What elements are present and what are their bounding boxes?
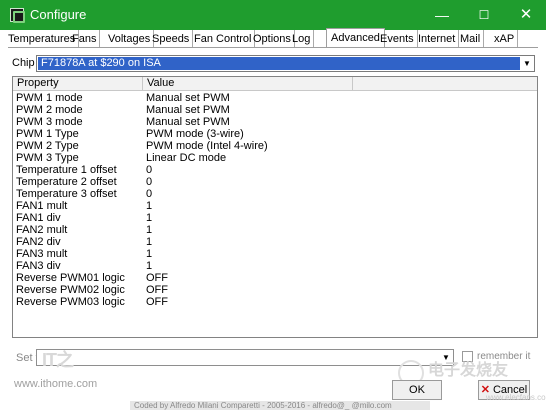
ok-label: OK	[409, 384, 425, 396]
value-cell: 1	[146, 212, 153, 224]
watermark-logo: IT之	[42, 346, 90, 372]
value-cell: OFF	[146, 284, 168, 296]
property-cell: FAN3 mult	[16, 248, 68, 260]
table-row[interactable]: PWM 2 mode Manual set PWM	[13, 104, 537, 116]
tab-internet[interactable]: Internet	[418, 30, 460, 48]
value-cell: 0	[146, 188, 153, 200]
value-cell: 1	[146, 260, 153, 272]
table-row[interactable]: PWM 3 Type Linear DC mode	[13, 152, 537, 164]
property-cell: PWM 3 mode	[16, 116, 83, 128]
tab-fans[interactable]: Fans	[72, 30, 101, 48]
property-cell: PWM 3 Type	[16, 152, 79, 164]
property-cell: PWM 1 mode	[16, 92, 83, 104]
value-cell: PWM mode (3-wire)	[146, 128, 244, 140]
property-cell: Reverse PWM01 logic	[16, 272, 125, 284]
watermark-right-text: 电子发烧友	[428, 362, 509, 379]
value-cell: OFF	[146, 272, 168, 284]
maximize-button[interactable]: ☐	[464, 0, 504, 30]
table-row[interactable]: FAN1 div 1	[13, 212, 537, 224]
table-row[interactable]: Reverse PWM01 logic OFF	[13, 272, 537, 284]
tab-divider	[8, 47, 538, 48]
tab-advanced[interactable]: Advanced	[326, 28, 385, 48]
minimize-button[interactable]: —	[422, 0, 462, 30]
value-cell: OFF	[146, 296, 168, 308]
table-row[interactable]: Reverse PWM03 logic OFF	[13, 296, 537, 308]
table-row[interactable]: PWM 2 Type PWM mode (Intel 4-wire)	[13, 140, 537, 152]
value-cell: Manual set PWM	[146, 116, 230, 128]
value-cell: Manual set PWM	[146, 92, 230, 104]
close-button[interactable]: ✕	[506, 0, 546, 30]
property-cell: FAN1 div	[16, 212, 61, 224]
table-body: PWM 1 mode Manual set PWM PWM 2 mode Manual…	[13, 92, 537, 308]
ok-button[interactable]: OK	[392, 380, 442, 400]
tab-speeds[interactable]: Speeds	[152, 30, 194, 48]
table-row[interactable]: Temperature 3 offset 0	[13, 188, 537, 200]
table-header: Property Value	[13, 77, 537, 91]
value-cell: Linear DC mode	[146, 152, 227, 164]
property-cell: Reverse PWM03 logic	[16, 296, 125, 308]
tab-temperatures[interactable]: Temperatures	[8, 30, 80, 48]
tab-voltages[interactable]: Voltages	[108, 30, 155, 48]
properties-table: Property Value PWM 1 mode Manual set PWM P…	[12, 76, 538, 338]
table-row[interactable]: Reverse PWM02 logic OFF	[13, 284, 537, 296]
property-cell: PWM 2 mode	[16, 104, 83, 116]
table-row[interactable]: PWM 1 mode Manual set PWM	[13, 92, 537, 104]
tab-mail[interactable]: Mail	[460, 30, 485, 48]
property-cell: FAN2 div	[16, 236, 61, 248]
set-to-combo[interactable]: ▼	[36, 349, 454, 366]
table-row[interactable]: PWM 3 mode Manual set PWM	[13, 116, 537, 128]
tab-events[interactable]: Events	[380, 30, 418, 48]
window-title: Configure	[30, 7, 87, 22]
property-cell: PWM 2 Type	[16, 140, 79, 152]
column-header-property[interactable]: Property	[13, 77, 143, 91]
watermark-right-url: www.elecfans.com	[486, 393, 546, 402]
table-row[interactable]: FAN2 div 1	[13, 236, 537, 248]
chevron-down-icon[interactable]: ▼	[521, 57, 533, 70]
table-row[interactable]: PWM 1 Type PWM mode (3-wire)	[13, 128, 537, 140]
property-cell: FAN2 mult	[16, 224, 68, 236]
chip-select[interactable]: F71878A at $290 on ISA ▼	[36, 55, 535, 72]
app-icon	[10, 8, 25, 23]
value-cell: 1	[146, 200, 153, 212]
property-cell: FAN3 div	[16, 260, 61, 272]
footer-credits: Coded by Alfredo Milani Comparetti - 200…	[130, 401, 430, 410]
value-cell: 1	[146, 248, 153, 260]
tab-xap[interactable]: xAP	[494, 30, 519, 48]
title-bar: Configure — ☐ ✕	[0, 0, 546, 30]
table-row[interactable]: Temperature 2 offset 0	[13, 176, 537, 188]
property-cell: PWM 1 Type	[16, 128, 79, 140]
value-cell: 1	[146, 236, 153, 248]
value-cell: 0	[146, 176, 153, 188]
value-cell: 1	[146, 224, 153, 236]
table-row[interactable]: FAN3 div 1	[13, 260, 537, 272]
tab-log[interactable]: Log	[292, 30, 315, 48]
chip-label: Chip	[12, 57, 35, 69]
property-cell: Reverse PWM02 logic	[16, 284, 125, 296]
tab-fan-control[interactable]: Fan Control	[194, 30, 256, 48]
property-cell: Temperature 1 offset	[16, 164, 117, 176]
watermark-logo-text: IT之	[42, 350, 74, 370]
column-header-empty	[353, 77, 537, 91]
tab-options[interactable]: Options	[253, 30, 295, 48]
chip-selected-value: F71878A at $290 on ISA	[38, 57, 520, 70]
property-cell: Temperature 3 offset	[16, 188, 117, 200]
table-row[interactable]: Temperature 1 offset 0	[13, 164, 537, 176]
value-cell: Manual set PWM	[146, 104, 230, 116]
property-cell: FAN1 mult	[16, 200, 68, 212]
property-cell: Temperature 2 offset	[16, 176, 117, 188]
value-cell: 0	[146, 164, 153, 176]
tab-strip: Temperatures Fans Voltages Speeds Fan Contro…	[8, 28, 538, 48]
table-row[interactable]: FAN1 mult 1	[13, 200, 537, 212]
watermark-left-url: www.ithome.com	[14, 378, 98, 390]
table-row[interactable]: FAN2 mult 1	[13, 224, 537, 236]
column-header-value[interactable]: Value	[143, 77, 353, 91]
table-row[interactable]: FAN3 mult 1	[13, 248, 537, 260]
value-cell: PWM mode (Intel 4-wire)	[146, 140, 268, 152]
